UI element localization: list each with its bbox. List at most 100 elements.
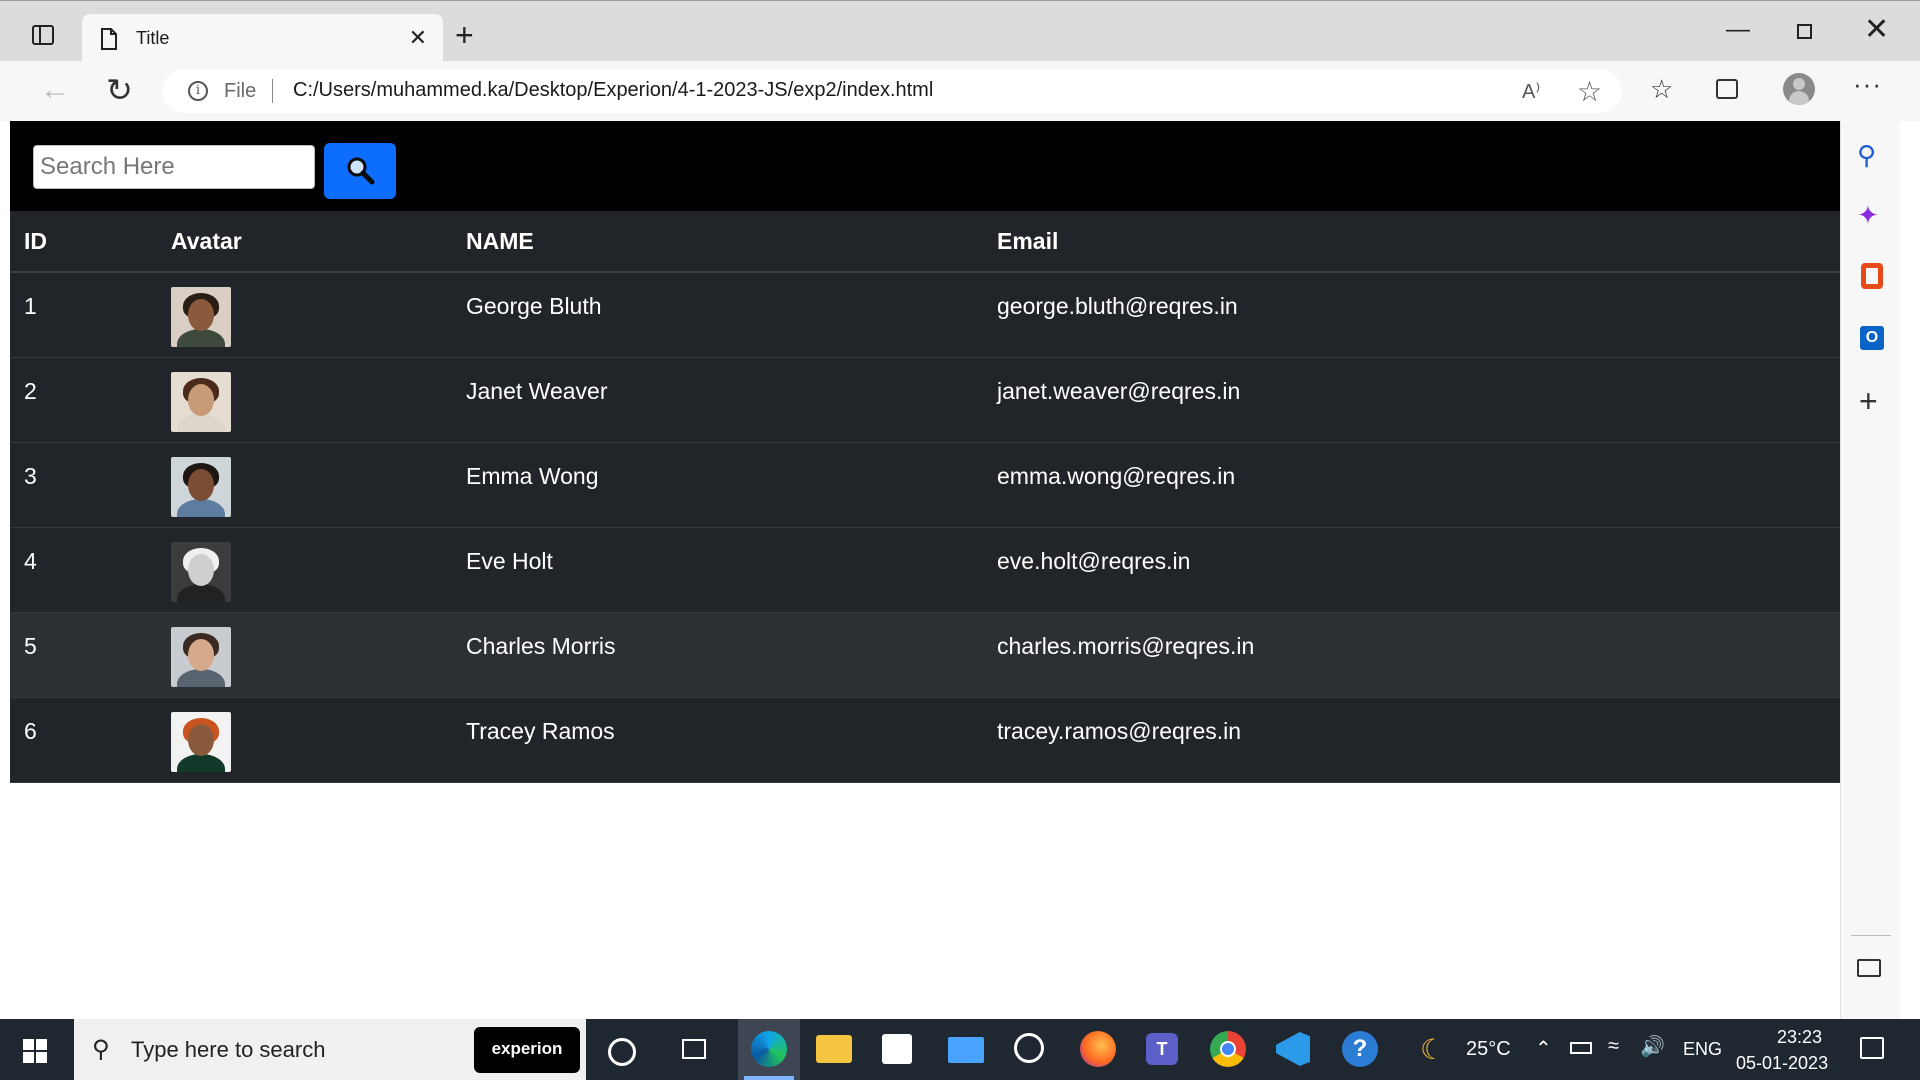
volume-icon[interactable]: 🔊: [1640, 1034, 1665, 1059]
vscode-icon[interactable]: [1276, 1032, 1310, 1066]
user-id: 4: [24, 548, 37, 574]
user-email: eve.holt@reqres.in: [997, 548, 1191, 574]
profile-avatar-icon[interactable]: [1783, 73, 1815, 105]
page-left-margin: [0, 121, 10, 1019]
web-page: ID Avatar NAME Email 1 George Bluth george…: [10, 121, 1840, 1019]
address-url[interactable]: C:/Users/muhammed.ka/Desktop/Experion/4-…: [293, 79, 933, 102]
edge-app-icon[interactable]: [751, 1031, 787, 1067]
avatar: [171, 287, 231, 347]
avatar: [171, 542, 231, 602]
table-row: 4 Eve Holt eve.holt@reqres.in: [10, 527, 1840, 613]
search-input[interactable]: [33, 145, 315, 189]
hide-sidebar-icon[interactable]: [1857, 959, 1881, 977]
taskbar-search-icon: ⚲: [92, 1036, 110, 1063]
input-language[interactable]: ENG: [1683, 1039, 1722, 1060]
teams-icon[interactable]: T: [1146, 1033, 1178, 1065]
search-button[interactable]: [324, 143, 396, 199]
firefox-icon[interactable]: [1080, 1031, 1116, 1067]
github-desktop-icon[interactable]: [1014, 1033, 1044, 1063]
user-name: Charles Morris: [466, 633, 616, 659]
table-row: 5 Charles Morris charles.morris@reqres.in: [10, 612, 1840, 698]
cell-email: charles.morris@reqres.in: [983, 612, 1840, 698]
user-email: charles.morris@reqres.in: [997, 633, 1255, 659]
browser-tab-bar: Title ✕ + — ✕: [0, 0, 1920, 62]
chrome-icon[interactable]: [1210, 1031, 1246, 1067]
window-close-icon[interactable]: ✕: [1864, 15, 1889, 45]
cell-avatar: [157, 357, 452, 443]
user-name: Emma Wong: [466, 463, 599, 489]
cell-email: eve.holt@reqres.in: [983, 527, 1840, 613]
user-email: emma.wong@reqres.in: [997, 463, 1236, 489]
add-favorite-icon[interactable]: ☆: [1577, 75, 1602, 108]
cell-avatar: [157, 272, 452, 358]
outlook-icon[interactable]: O: [1860, 326, 1884, 350]
avatar-body: [177, 584, 225, 602]
cell-name: Janet Weaver: [452, 357, 983, 443]
start-windows-icon[interactable]: [23, 1039, 47, 1063]
weather-moon-icon[interactable]: ☾: [1420, 1033, 1445, 1066]
collections-icon[interactable]: [1716, 79, 1738, 99]
avatar-face: [188, 639, 214, 671]
cell-avatar: [157, 442, 452, 528]
tab-close-icon[interactable]: ✕: [409, 27, 427, 49]
user-name: Janet Weaver: [466, 378, 608, 404]
maximize-icon[interactable]: [1797, 24, 1812, 39]
copilot-icon[interactable]: ✦: [1857, 201, 1879, 229]
favorites-icon[interactable]: ☆: [1650, 75, 1673, 103]
cell-id: 1: [10, 272, 157, 358]
wifi-icon[interactable]: ≈: [1608, 1035, 1619, 1058]
weather-temperature[interactable]: 25°C: [1466, 1038, 1511, 1061]
battery-icon[interactable]: [1570, 1042, 1592, 1054]
mail-icon[interactable]: [948, 1037, 984, 1063]
sidebar-search-icon[interactable]: ⚲: [1857, 141, 1876, 169]
address-bar[interactable]: i File C:/Users/muhammed.ka/Desktop/Expe…: [162, 69, 1622, 113]
taskbar-search-box[interactable]: ⚲ Type here to search experion: [74, 1019, 586, 1080]
table-row: 1 George Bluth george.bluth@reqres.in: [10, 272, 1840, 358]
notifications-icon[interactable]: [1860, 1037, 1884, 1059]
cell-email: george.bluth@reqres.in: [983, 272, 1840, 358]
table-row: 2 Janet Weaver janet.weaver@reqres.in: [10, 357, 1840, 443]
active-app-indicator: [744, 1076, 794, 1080]
browser-tab[interactable]: Title ✕: [82, 14, 443, 62]
header-avatar: Avatar: [157, 211, 452, 273]
clock-date[interactable]: 05-01-2023: [1736, 1053, 1828, 1074]
cell-id: 4: [10, 527, 157, 613]
avatar-body: [177, 669, 225, 687]
experion-logo: experion: [474, 1027, 580, 1073]
cell-id: 5: [10, 612, 157, 698]
cell-email: emma.wong@reqres.in: [983, 442, 1840, 528]
back-arrow-icon[interactable]: ←: [40, 73, 70, 107]
info-icon[interactable]: i: [188, 81, 208, 101]
avatar-face: [188, 384, 214, 416]
reload-icon[interactable]: ↻: [106, 71, 133, 109]
browser-toolbar: ← ↻ i File C:/Users/muhammed.ka/Desktop/…: [0, 61, 1920, 121]
avatar-body: [177, 754, 225, 772]
microsoft-store-icon[interactable]: [882, 1034, 912, 1064]
office-icon[interactable]: [1861, 263, 1883, 289]
file-explorer-icon[interactable]: [816, 1035, 852, 1063]
clock-time[interactable]: 23:23: [1762, 1027, 1822, 1048]
read-aloud-icon[interactable]: A⁾: [1522, 79, 1540, 104]
tab-title: Title: [136, 28, 170, 48]
user-email: tracey.ramos@reqres.in: [997, 718, 1242, 744]
get-help-icon[interactable]: ?: [1342, 1031, 1378, 1067]
cell-avatar: [157, 612, 452, 698]
minimize-icon[interactable]: —: [1726, 15, 1750, 45]
cell-name: Emma Wong: [452, 442, 983, 528]
cortana-icon[interactable]: [608, 1038, 636, 1066]
cell-id: 2: [10, 357, 157, 443]
sidebar-divider: [1851, 935, 1891, 936]
user-name: Eve Holt: [466, 548, 553, 574]
user-email: janet.weaver@reqres.in: [997, 378, 1241, 404]
edge-sidebar: ⚲ ✦ O +: [1840, 121, 1900, 1019]
sidebar-add-icon[interactable]: +: [1859, 385, 1878, 417]
more-options-icon[interactable]: ···: [1853, 69, 1882, 100]
task-view-icon[interactable]: [682, 1039, 706, 1059]
header-id: ID: [10, 211, 157, 273]
users-table: ID Avatar NAME Email 1 George Bluth george…: [10, 211, 1840, 783]
cell-name: Tracey Ramos: [452, 697, 983, 783]
address-separator: [272, 79, 273, 103]
new-tab-button[interactable]: +: [455, 19, 474, 51]
tab-actions-icon[interactable]: [32, 25, 54, 45]
tray-chevron-up-icon[interactable]: ⌃: [1535, 1036, 1552, 1061]
